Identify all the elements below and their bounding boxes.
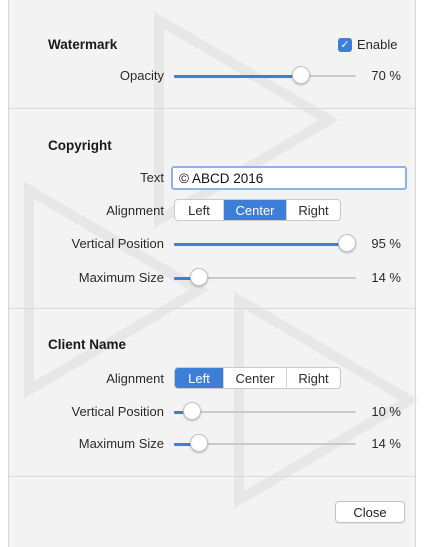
footer-divider bbox=[9, 476, 415, 477]
enable-checkbox[interactable]: ✓ bbox=[338, 38, 352, 52]
copyright-maximum-size-value: 14 % bbox=[371, 270, 401, 285]
client-size-slider-thumb[interactable] bbox=[190, 434, 209, 452]
section-divider bbox=[9, 108, 415, 109]
copyright-align-right-button[interactable]: Right bbox=[287, 200, 340, 220]
client-vertical-slider-thumb[interactable] bbox=[183, 402, 202, 420]
client-name-section-title: Client Name bbox=[48, 337, 127, 352]
client-align-right-button[interactable]: Right bbox=[287, 368, 340, 388]
copyright-vertical-slider-fill bbox=[174, 243, 347, 246]
copyright-align-left-button[interactable]: Left bbox=[175, 200, 224, 220]
copyright-maximum-size-label: Maximum Size bbox=[78, 270, 164, 285]
copyright-vertical-position-label: Vertical Position bbox=[71, 236, 165, 251]
copyright-vertical-position-value: 95 % bbox=[371, 236, 401, 251]
client-vertical-position-slider[interactable] bbox=[174, 402, 356, 422]
copyright-align-center-button[interactable]: Center bbox=[224, 200, 287, 220]
section-divider bbox=[9, 308, 415, 309]
opacity-slider-fill bbox=[174, 75, 302, 78]
copyright-maximum-size-slider[interactable] bbox=[174, 268, 356, 288]
opacity-label: Opacity bbox=[119, 68, 164, 83]
opacity-slider-thumb[interactable] bbox=[292, 66, 311, 84]
client-maximum-size-slider[interactable] bbox=[174, 434, 356, 454]
copyright-text-field[interactable]: © ABCD 2016 bbox=[171, 166, 407, 190]
copyright-alignment-control: Left Center Right bbox=[174, 199, 341, 221]
client-vertical-position-value: 10 % bbox=[371, 404, 401, 419]
copyright-vertical-position-slider[interactable] bbox=[174, 234, 356, 254]
copyright-vertical-slider-thumb[interactable] bbox=[337, 234, 356, 252]
client-align-center-button[interactable]: Center bbox=[224, 368, 287, 388]
copyright-size-slider-thumb[interactable] bbox=[190, 268, 209, 286]
client-maximum-size-value: 14 % bbox=[371, 436, 401, 451]
copyright-text-label: Text bbox=[140, 170, 164, 185]
client-alignment-label: Alignment bbox=[106, 371, 164, 386]
opacity-slider[interactable] bbox=[174, 66, 356, 86]
client-alignment-control: Left Center Right bbox=[174, 367, 341, 389]
enable-label: Enable bbox=[357, 37, 398, 52]
opacity-value: 70 % bbox=[371, 68, 401, 83]
copyright-alignment-label: Alignment bbox=[106, 203, 164, 218]
client-vertical-slider-track bbox=[174, 411, 356, 413]
watermark-section-title: Watermark bbox=[48, 37, 118, 52]
watermark-settings-panel: Watermark ✓ Enable Opacity 70 % Copyrigh… bbox=[8, 0, 417, 547]
close-button[interactable]: Close bbox=[335, 501, 405, 523]
client-align-left-button[interactable]: Left bbox=[175, 368, 224, 388]
client-maximum-size-label: Maximum Size bbox=[78, 436, 164, 451]
copyright-section-title: Copyright bbox=[48, 138, 112, 153]
client-vertical-position-label: Vertical Position bbox=[71, 404, 165, 419]
